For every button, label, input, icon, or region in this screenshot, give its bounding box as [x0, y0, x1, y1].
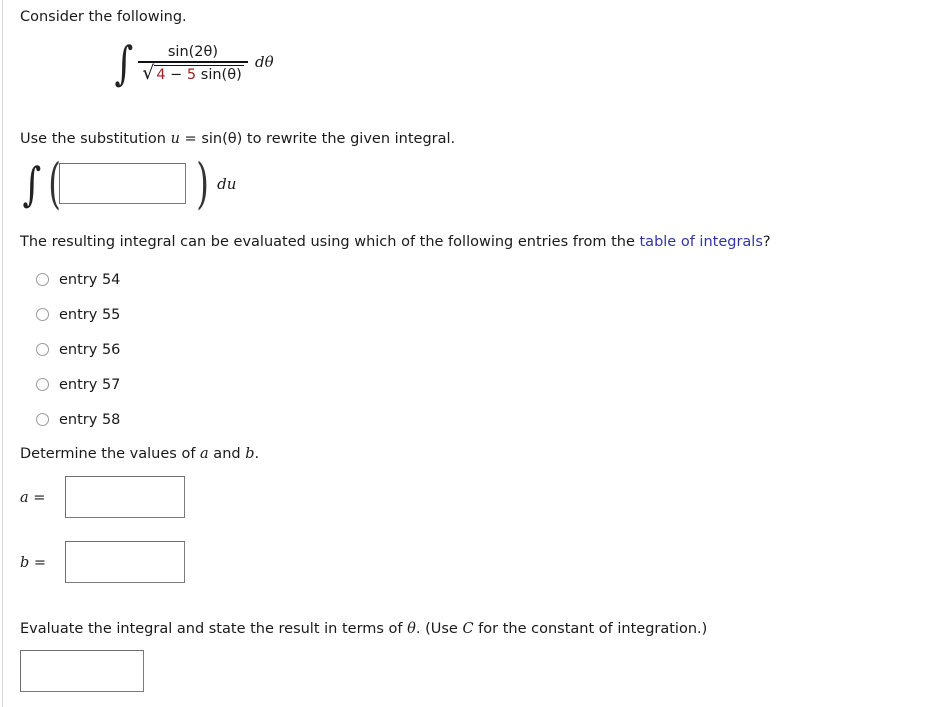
- determine-conjunction: and: [208, 446, 246, 462]
- problem-page: Consider the following. ∫ sin(2θ) √ 4 − …: [0, 0, 925, 707]
- radio-label: entry 57: [59, 376, 121, 393]
- determine-instruction: Determine the values of a and b.: [20, 445, 259, 464]
- integral-fraction: sin(2θ) √ 4 − 5 sin(θ): [137, 44, 248, 84]
- original-integral-expression: ∫ sin(2θ) √ 4 − 5 sin(θ) dθ: [112, 36, 274, 91]
- determine-var-b: b: [245, 446, 255, 462]
- a-symbol: a: [20, 490, 29, 506]
- radio-label: entry 56: [59, 341, 121, 358]
- radio-label: entry 55: [59, 306, 121, 323]
- radicand: 4 − 5 sin(θ): [154, 64, 244, 84]
- substitution-prefix: Use the substitution: [20, 131, 171, 147]
- substitution-suffix: to rewrite the given integral.: [242, 131, 456, 147]
- substitution-equals: =: [179, 131, 202, 147]
- denominator-coefficient-b: 5: [186, 66, 197, 83]
- evaluate-text-1: Evaluate the integral and state the resu…: [20, 621, 408, 637]
- close-paren-glyph: ): [196, 152, 209, 216]
- b-equals-sign: =: [29, 555, 47, 571]
- b-symbol: b: [20, 555, 30, 571]
- intro-text: Consider the following.: [20, 9, 187, 25]
- theta-symbol: θ: [407, 621, 416, 637]
- radio-label: entry 58: [59, 411, 121, 428]
- value-a-input[interactable]: [65, 476, 185, 518]
- differential-dtheta: dθ: [254, 52, 274, 71]
- determine-period: .: [254, 446, 260, 462]
- radio-option-entry-57[interactable]: entry 57: [36, 367, 120, 402]
- value-b-input[interactable]: [65, 541, 185, 583]
- differential-du: du: [217, 175, 237, 193]
- determine-prefix: Determine the values of: [20, 446, 201, 462]
- determine-var-a: a: [200, 446, 209, 462]
- radio-circle-icon[interactable]: [36, 378, 49, 391]
- radio-option-entry-54[interactable]: entry 54: [36, 262, 120, 297]
- denominator-operator: −: [165, 66, 187, 83]
- radio-circle-icon[interactable]: [36, 413, 49, 426]
- denominator-remainder: sin(θ): [196, 66, 242, 83]
- substitution-expression: sin(θ): [201, 131, 243, 147]
- evaluate-instruction: Evaluate the integral and state the resu…: [20, 620, 707, 639]
- radical-sign-icon: √: [142, 61, 155, 84]
- substitution-instruction: Use the substitution u = sin(θ) to rewri…: [20, 130, 455, 149]
- radio-option-entry-56[interactable]: entry 56: [36, 332, 120, 367]
- radio-circle-icon[interactable]: [36, 273, 49, 286]
- evaluate-text-3: for the constant of integration.): [473, 621, 708, 637]
- a-equals-sign: =: [28, 490, 46, 506]
- substitution-integrand-input[interactable]: [59, 163, 186, 204]
- entry-options-group: entry 54 entry 55 entry 56 entry 57 entr…: [36, 262, 120, 437]
- radio-label: entry 54: [59, 271, 121, 288]
- fraction-numerator: sin(2θ): [167, 44, 219, 60]
- b-equals-label: b =: [20, 555, 46, 571]
- radio-circle-icon[interactable]: [36, 308, 49, 321]
- substitution-variable: u: [170, 131, 180, 147]
- integral-sign-icon: ∫: [114, 36, 134, 91]
- question-text-before-link: The resulting integral can be evaluated …: [20, 234, 640, 250]
- integral-sign-icon-substituted: ∫: [22, 156, 42, 211]
- table-entry-question: The resulting integral can be evaluated …: [20, 233, 771, 252]
- radio-circle-icon[interactable]: [36, 343, 49, 356]
- question-text-after-link: ?: [762, 234, 771, 250]
- radio-option-entry-55[interactable]: entry 55: [36, 297, 120, 332]
- final-answer-input[interactable]: [20, 650, 144, 692]
- square-root-expression: √ 4 − 5 sin(θ): [142, 61, 244, 84]
- table-of-integrals-link[interactable]: table of integrals: [640, 234, 763, 250]
- a-equals-label: a =: [20, 490, 45, 506]
- fraction-denominator: √ 4 − 5 sin(θ): [138, 63, 248, 84]
- constant-symbol: C: [462, 621, 474, 637]
- radio-option-entry-58[interactable]: entry 58: [36, 402, 120, 437]
- denominator-coefficient-a: 4: [156, 66, 166, 83]
- evaluate-text-2: . (Use: [415, 621, 463, 637]
